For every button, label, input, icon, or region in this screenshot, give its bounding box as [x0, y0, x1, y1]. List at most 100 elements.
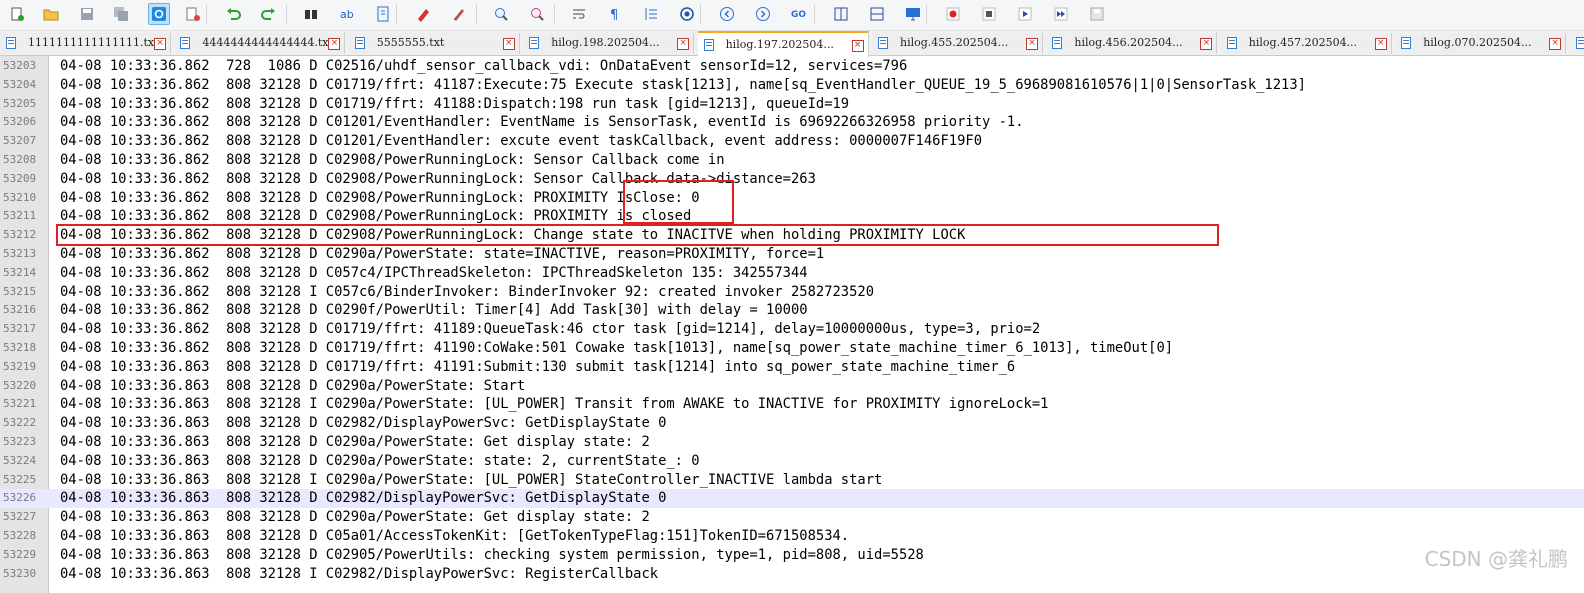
split-horizontal-button[interactable]: [866, 3, 888, 25]
toolbar-separator: [814, 4, 815, 24]
tab-file[interactable]: hilog.070.202504... ×: [1395, 33, 1567, 54]
binoculars-button[interactable]: [300, 3, 322, 25]
log-line[interactable]: 53218 04-08 10:33:36.862 808 32128 D C017…: [0, 339, 1584, 358]
log-line[interactable]: 53228 04-08 10:33:36.863 808 32128 D C05a…: [0, 527, 1584, 546]
tab-file[interactable]: hilog.198.202504... ×: [523, 33, 695, 54]
save-button[interactable]: [76, 3, 98, 25]
log-line[interactable]: 53206 04-08 10:33:36.862 808 32128 D C012…: [0, 113, 1584, 132]
close-tab-icon[interactable]: ×: [1200, 38, 1213, 50]
tab-label: hilog.455.202504...: [900, 36, 1009, 49]
tab-file[interactable]: hilog.456.202504... ×: [1046, 33, 1218, 54]
log-text: 04-08 10:33:36.863 808 32128 I C02982/Di…: [60, 565, 659, 582]
close-tab-icon[interactable]: ×: [502, 38, 515, 50]
line-number: 53214: [3, 265, 37, 279]
log-line[interactable]: 53224 04-08 10:33:36.863 808 32128 D C029…: [0, 452, 1584, 471]
close-tab-icon[interactable]: ×: [1374, 38, 1387, 50]
record-target-button[interactable]: [676, 3, 698, 25]
log-line[interactable]: 53215 04-08 10:33:36.862 808 32128 I C057…: [0, 283, 1584, 302]
log-line[interactable]: 53226 04-08 10:33:36.863 808 32128 D C029…: [0, 489, 1584, 509]
log-line[interactable]: 53221 04-08 10:33:36.863 808 32128 I C029…: [0, 395, 1584, 414]
close-tab-icon[interactable]: ×: [1549, 38, 1562, 50]
log-line[interactable]: 53222 04-08 10:33:36.863 808 32128 D C029…: [0, 414, 1584, 433]
log-line[interactable]: 53225 04-08 10:33:36.863 808 32128 I C029…: [0, 471, 1584, 490]
log-line[interactable]: 53208 04-08 10:33:36.862 808 32128 D C029…: [0, 151, 1584, 170]
log-line[interactable]: 53230 04-08 10:33:36.863 808 32128 I C029…: [0, 565, 1584, 584]
log-line[interactable]: 53213 04-08 10:33:36.862 808 32128 D C029…: [0, 245, 1584, 264]
log-line[interactable]: 53219 04-08 10:33:36.863 808 32128 D C017…: [0, 358, 1584, 377]
eraser-button[interactable]: [448, 3, 470, 25]
find-active-button[interactable]: [148, 3, 170, 25]
tab-label: 5555555.txt: [376, 36, 445, 49]
zoom-out-button[interactable]: [526, 3, 548, 25]
macro-play-button[interactable]: [1014, 3, 1036, 25]
log-line[interactable]: 53220 04-08 10:33:36.863 808 32128 D C029…: [0, 377, 1584, 396]
marker-icon: [415, 6, 431, 22]
tab-file[interactable]: h: [1569, 33, 1584, 54]
zoom-in-button[interactable]: [490, 3, 512, 25]
tab-file[interactable]: 5555555.txt ×: [348, 33, 520, 54]
log-line[interactable]: 53210 04-08 10:33:36.862 808 32128 D C029…: [0, 189, 1584, 208]
tab-file[interactable]: hilog.197.202504... ×: [697, 31, 869, 57]
file-icon: [1575, 37, 1584, 49]
macro-save-button[interactable]: [1086, 3, 1108, 25]
log-text: 04-08 10:33:36.863 808 32128 I C0290a/Po…: [60, 396, 1049, 413]
bookmark-button[interactable]: [372, 3, 394, 25]
log-line[interactable]: 53216 04-08 10:33:36.862 808 32128 D C029…: [0, 301, 1584, 320]
go-button[interactable]: GO: [788, 3, 810, 25]
line-number: 53213: [3, 247, 37, 260]
monitor-button[interactable]: [902, 3, 924, 25]
log-line[interactable]: 53204 04-08 10:33:36.862 808 32128 D C017…: [0, 76, 1584, 95]
close-tab-icon[interactable]: ×: [154, 38, 166, 50]
log-text: 04-08 10:33:36.862 808 32128 D C0290a/Po…: [60, 246, 825, 262]
log-line[interactable]: 53214 04-08 10:33:36.862 808 32128 D C057…: [0, 264, 1584, 283]
line-number: 53203: [3, 59, 37, 72]
log-text: 04-08 10:33:36.862 808 32128 D C01719/ff…: [60, 76, 1306, 93]
macro-record-button[interactable]: [942, 3, 964, 25]
open-folder-button[interactable]: [40, 3, 62, 25]
log-line[interactable]: 53229 04-08 10:33:36.863 808 32128 D C029…: [0, 546, 1584, 565]
close-file-button[interactable]: [182, 3, 204, 25]
replace-button[interactable]: ab: [336, 3, 358, 25]
tab-label: hilog.198.202504...: [551, 36, 660, 49]
undo-button[interactable]: [222, 3, 244, 25]
split-vertical-button[interactable]: [830, 3, 852, 25]
record-target-icon: [679, 6, 695, 22]
indent-guide-button[interactable]: [640, 3, 662, 25]
macro-play-multiple-button[interactable]: [1050, 3, 1072, 25]
log-line[interactable]: 53203 04-08 10:33:36.862 728 1086 D C0251…: [0, 57, 1584, 76]
line-number: 53220: [3, 378, 37, 392]
tab-file[interactable]: hilog.457.202504... ×: [1220, 33, 1392, 54]
log-text: 04-08 10:33:36.863 808 32128 D C02982/Di…: [60, 490, 667, 507]
tab-file[interactable]: hilog.455.202504... ×: [872, 33, 1043, 54]
close-tab-icon[interactable]: ×: [677, 38, 690, 50]
log-line[interactable]: 53209 04-08 10:33:36.862 808 32128 D C029…: [0, 170, 1584, 189]
toolbar-separator: [926, 4, 927, 24]
line-number: 53224: [3, 453, 37, 467]
log-line[interactable]: 53223 04-08 10:33:36.863 808 32128 D C029…: [0, 433, 1584, 452]
log-text: 04-08 10:33:36.862 808 32128 D C01201/Ev…: [60, 133, 983, 150]
tab-file[interactable]: 4444444444444444.txt ×: [174, 33, 346, 54]
log-line[interactable]: 53217 04-08 10:33:36.862 808 32128 D C017…: [0, 320, 1584, 339]
macro-stop-button[interactable]: [978, 3, 1000, 25]
close-tab-icon[interactable]: ×: [1026, 38, 1038, 50]
log-line[interactable]: 53227 04-08 10:33:36.863 808 32128 D C029…: [0, 508, 1584, 527]
file-icon: [1052, 37, 1063, 49]
marker-button[interactable]: [412, 3, 434, 25]
file-icon: [529, 37, 540, 49]
close-tab-icon[interactable]: ×: [851, 40, 864, 52]
word-wrap-button[interactable]: [568, 3, 590, 25]
log-line[interactable]: 53205 04-08 10:33:36.862 808 32128 D C017…: [0, 95, 1584, 114]
save-all-button[interactable]: [110, 3, 132, 25]
nav-forward-icon: [755, 6, 771, 22]
close-tab-icon[interactable]: ×: [328, 38, 341, 50]
log-line[interactable]: 53207 04-08 10:33:36.862 808 32128 D C012…: [0, 132, 1584, 151]
redo-button[interactable]: [258, 3, 280, 25]
new-file-button[interactable]: [6, 3, 28, 25]
line-number: 53222: [3, 416, 37, 430]
pilcrow-button[interactable]: ¶: [604, 3, 626, 25]
nav-forward-button[interactable]: [752, 3, 774, 25]
nav-back-button[interactable]: [716, 3, 738, 25]
editor[interactable]: 53203 04-08 10:33:36.862 728 1086 D C0251…: [0, 56, 1584, 593]
toolbar-separator: [286, 4, 287, 24]
tab-file[interactable]: 1111111111111111.txt ×: [0, 33, 171, 54]
